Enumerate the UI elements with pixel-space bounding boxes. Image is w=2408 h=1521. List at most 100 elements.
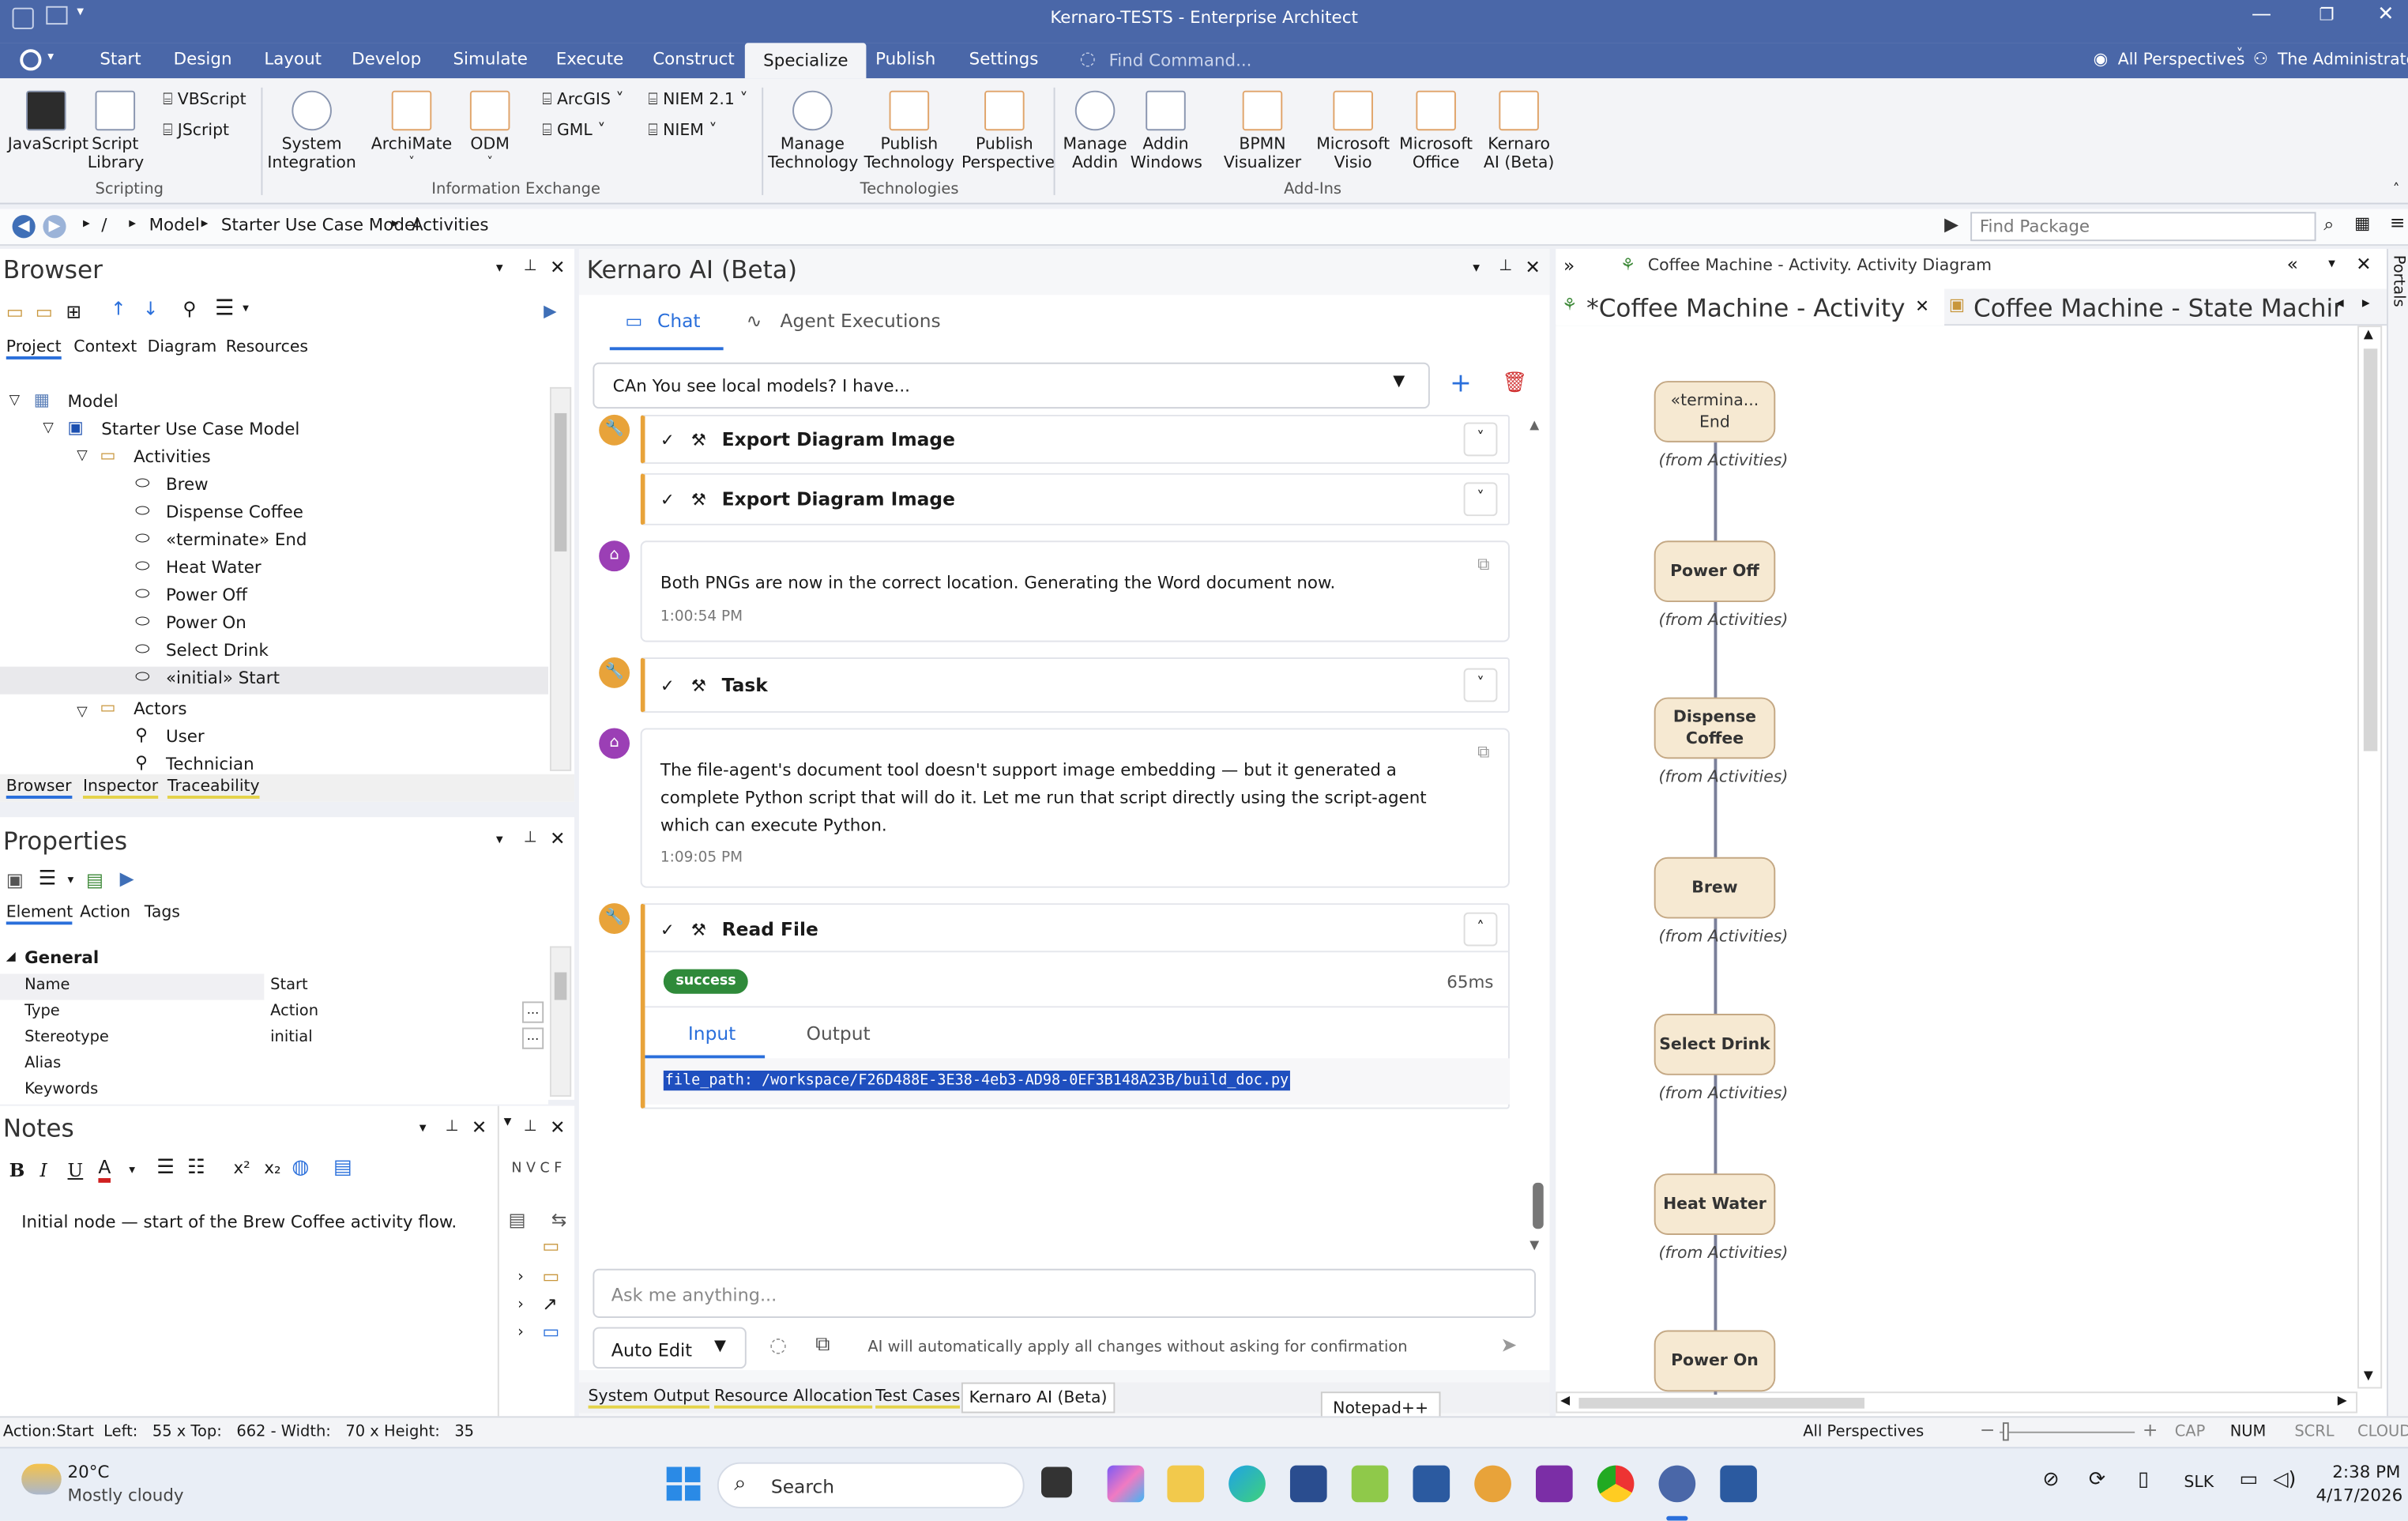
- scroll-right-icon[interactable]: ▶: [2338, 1393, 2347, 1406]
- tab-start[interactable]: Start: [100, 49, 141, 69]
- remote-desktop-icon[interactable]: [1413, 1465, 1450, 1503]
- network-icon[interactable]: ▭: [2239, 1468, 2258, 1491]
- hyperlink-icon[interactable]: ◍: [292, 1157, 309, 1180]
- tab-construct[interactable]: Construct: [653, 49, 735, 69]
- scroll-up-icon[interactable]: ▲: [2364, 327, 2373, 341]
- publish-perspective-button[interactable]: Publish Perspective: [961, 90, 1055, 172]
- portals-tab[interactable]: Portals: [2390, 255, 2406, 307]
- bold-icon[interactable]: B: [9, 1160, 25, 1181]
- panel-dropdown-icon[interactable]: ▾: [1473, 261, 1480, 276]
- tree-item-actors[interactable]: Actors: [134, 699, 186, 719]
- swap-icon[interactable]: ⇆: [551, 1209, 567, 1230]
- restore-icon[interactable]: ❐: [2319, 5, 2334, 24]
- node-select-drink[interactable]: Select Drink: [1654, 1014, 1776, 1075]
- camera-off-icon[interactable]: ⊘: [2043, 1468, 2060, 1491]
- mode-select[interactable]: Auto Edit ▼: [593, 1327, 747, 1369]
- expand-button[interactable]: ˅: [1463, 422, 1498, 457]
- panel-close-icon[interactable]: ✕: [550, 257, 566, 278]
- breadcrumb-root[interactable]: /: [101, 215, 107, 235]
- volume-icon[interactable]: ◁): [2273, 1468, 2296, 1491]
- tab-design[interactable]: Design: [174, 49, 232, 69]
- pin-icon[interactable]: ⊥: [524, 830, 537, 846]
- stereotype-ellipsis-button[interactable]: …: [521, 1027, 544, 1049]
- minimize-icon[interactable]: —: [2252, 3, 2271, 26]
- tree-item-brew[interactable]: Brew: [166, 475, 209, 495]
- tab-close-icon[interactable]: ✕: [1915, 296, 1929, 316]
- prop-type-value[interactable]: Action: [264, 1000, 510, 1026]
- prop-name-value[interactable]: Start: [264, 973, 548, 1000]
- panel-dropdown-icon[interactable]: ▾: [496, 833, 503, 848]
- expand-arrow-icon[interactable]: ›: [517, 1269, 524, 1286]
- javascript-button[interactable]: JavaScript: [8, 90, 88, 153]
- weather-temp[interactable]: 20°C: [68, 1463, 110, 1482]
- node-brew[interactable]: Brew: [1654, 857, 1776, 919]
- menu-chevron-icon[interactable]: ▾: [243, 301, 249, 314]
- panel-dropdown-icon[interactable]: ▾: [496, 261, 503, 276]
- task-view-icon[interactable]: [1041, 1466, 1072, 1498]
- tree-item-heat[interactable]: Heat Water: [166, 558, 261, 578]
- language-indicator[interactable]: SLK: [2184, 1473, 2214, 1491]
- collapse-icon[interactable]: ◢: [6, 949, 16, 962]
- breadcrumb-starter[interactable]: Starter Use Case Model: [221, 215, 420, 235]
- notepadpp-icon[interactable]: [1351, 1465, 1389, 1503]
- zoom-thumb[interactable]: [2002, 1422, 2009, 1441]
- expand-button[interactable]: ˅: [1463, 482, 1498, 517]
- ribbon-collapse-icon[interactable]: ˄: [2393, 183, 2400, 198]
- open-folder-icon[interactable]: ▭: [36, 301, 53, 322]
- arcgis-button[interactable]: ⌸ ArcGIS ˅: [542, 91, 623, 109]
- menu-list-icon[interactable]: ☰: [39, 868, 57, 890]
- forward-icon[interactable]: ▶: [43, 215, 66, 239]
- ask-input[interactable]: Ask me anything...: [593, 1268, 1536, 1318]
- collapse-icon[interactable]: ▽: [77, 449, 87, 464]
- back-icon[interactable]: ◀: [12, 215, 36, 239]
- zoom-out-icon[interactable]: −: [1980, 1419, 1996, 1440]
- tab-settings[interactable]: Settings: [969, 49, 1039, 69]
- collapse-icon[interactable]: ▽: [77, 705, 87, 720]
- expand-icon[interactable]: ▶: [120, 868, 134, 889]
- enterprise-architect-icon[interactable]: [1658, 1465, 1696, 1503]
- tab-chat[interactable]: Chat: [657, 311, 701, 332]
- grid-icon[interactable]: ▦: [2354, 213, 2370, 233]
- panel-close-icon[interactable]: ✕: [550, 1116, 566, 1138]
- user-name[interactable]: The Administrator: [2278, 51, 2408, 69]
- external-link-icon[interactable]: ↗: [542, 1293, 558, 1315]
- new-chat-icon[interactable]: +: [1450, 369, 1472, 400]
- scroll-left-icon[interactable]: ◀: [1560, 1393, 1570, 1406]
- tab-project[interactable]: Project: [6, 338, 62, 360]
- battery-icon[interactable]: ▯: [2138, 1468, 2149, 1491]
- clock-time[interactable]: 2:38 PM: [2316, 1463, 2400, 1482]
- folder-open-icon[interactable]: ▭: [542, 1321, 559, 1342]
- panel-close-icon[interactable]: ✕: [472, 1116, 487, 1138]
- scroll-down-icon[interactable]: ▼: [2364, 1369, 2373, 1382]
- niem-button[interactable]: ⌸ NIEM ˅: [648, 122, 717, 140]
- move-down-icon[interactable]: ↓: [143, 298, 159, 319]
- bpmn-visualizer-button[interactable]: BPMN Visualizer: [1218, 90, 1307, 172]
- lightbulb-icon[interactable]: ◌: [769, 1335, 787, 1357]
- underline-icon[interactable]: U: [68, 1160, 84, 1181]
- microsoft-office-button[interactable]: Microsoft Office: [1396, 90, 1476, 172]
- weather-desc[interactable]: Mostly cloudy: [68, 1485, 184, 1505]
- menu-icon[interactable]: ≡: [2390, 212, 2406, 233]
- browser-scrollbar[interactable]: [549, 386, 572, 771]
- tab-specialize[interactable]: Specialize: [744, 43, 867, 79]
- node-power-on[interactable]: Power On: [1654, 1330, 1776, 1392]
- tool-card[interactable]: ✓ ⚒ Export Diagram Image ˅: [640, 472, 1510, 525]
- tree-item-model[interactable]: Model: [68, 392, 119, 412]
- tree-item-activities[interactable]: Activities: [134, 447, 211, 467]
- niem21-button[interactable]: ⌸ NIEM 2.1 ˅: [648, 91, 747, 109]
- save-icon[interactable]: ▣: [6, 869, 24, 890]
- tab-resource-allocation[interactable]: Resource Allocation: [713, 1387, 873, 1409]
- tool-card[interactable]: ✓ ⚒ Export Diagram Image ˅: [640, 414, 1510, 465]
- expand-arrow-icon[interactable]: ›: [517, 1324, 524, 1341]
- panel-close-icon[interactable]: ✕: [2356, 254, 2372, 275]
- tab-scroll-right-icon[interactable]: ▸: [2362, 295, 2370, 311]
- word-icon[interactable]: [1720, 1465, 1757, 1503]
- tab-test-cases[interactable]: Test Cases: [875, 1387, 961, 1409]
- microsoft-visio-button[interactable]: Microsoft Visio: [1313, 90, 1393, 172]
- file-explorer-icon[interactable]: [1167, 1465, 1205, 1503]
- tab-diagram[interactable]: Diagram: [148, 338, 217, 356]
- node-heat-water[interactable]: Heat Water: [1654, 1173, 1776, 1235]
- collapse-button[interactable]: ˄: [1463, 912, 1498, 947]
- tab-browser[interactable]: Browser: [6, 777, 72, 799]
- zoom-slider[interactable]: [2000, 1431, 2135, 1433]
